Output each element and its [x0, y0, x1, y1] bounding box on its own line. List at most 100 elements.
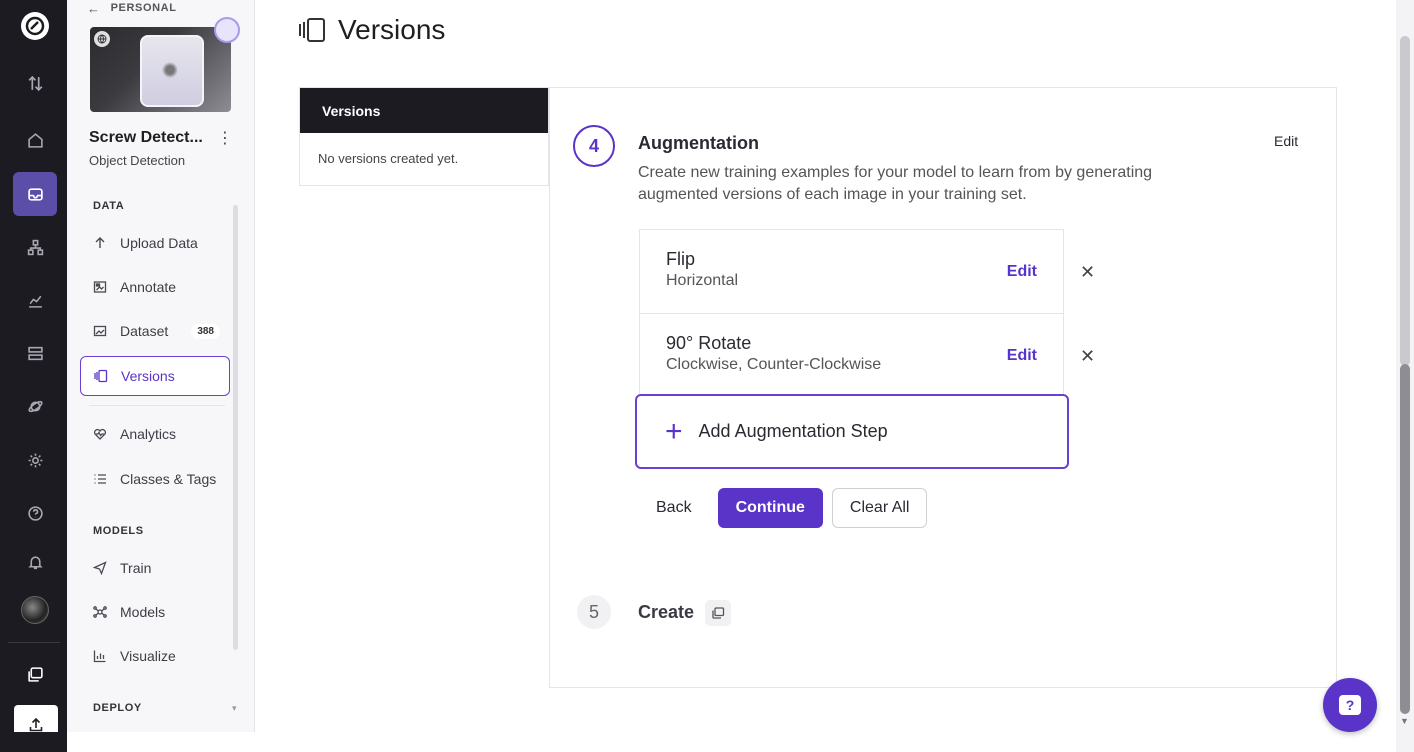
sidebar-scrollbar[interactable]	[233, 205, 238, 650]
back-to-workspace-link[interactable]: ← PERSONAL	[87, 0, 177, 16]
remove-flip-close-icon[interactable]: ✕	[1080, 262, 1095, 283]
sidebar-item-models[interactable]: Models	[80, 592, 230, 632]
augmentation-name: Flip	[666, 249, 696, 269]
analytics-icon	[93, 427, 107, 441]
step-5-number: 5	[577, 595, 611, 629]
rail-bottom-strip	[0, 732, 67, 752]
sidebar-item-label: Visualize	[120, 648, 176, 664]
section-label-data: DATA	[93, 200, 125, 212]
add-augmentation-step-button[interactable]: + Add Augmentation Step	[635, 394, 1069, 469]
monitoring-icon[interactable]	[13, 278, 57, 322]
docs-stack-icon[interactable]	[13, 652, 57, 696]
sidebar-item-label: Annotate	[120, 279, 177, 295]
visualize-icon	[93, 649, 107, 663]
sidebar-separator	[89, 405, 225, 406]
step-5-title[interactable]: Create	[638, 602, 694, 623]
clear-all-button[interactable]: Clear All	[831, 488, 928, 528]
list-icon	[93, 472, 107, 486]
augmentation-row-flip: Flip Horizontal Edit	[640, 230, 1063, 314]
upload-arrow-icon	[93, 236, 107, 250]
continue-button[interactable]: Continue	[717, 488, 823, 528]
versions-empty-text: No versions created yet.	[318, 151, 459, 166]
back-button[interactable]: Back	[638, 488, 710, 528]
project-name: Screw Detect...	[89, 129, 203, 146]
notifications-bell-icon[interactable]	[13, 540, 57, 584]
annotate-icon	[93, 280, 107, 294]
sidebar-item-label: Dataset	[120, 323, 169, 339]
augmentation-list: Flip Horizontal Edit 90° Rotate Clockwis…	[639, 229, 1064, 399]
deployments-icon[interactable]	[13, 331, 57, 375]
scrollbar-track-upper	[1400, 36, 1410, 366]
sidebar-item-label: Models	[120, 604, 166, 620]
app-rail	[0, 0, 67, 752]
sidebar-item-train[interactable]: Train	[80, 548, 230, 588]
page-scrollbar[interactable]: ▼	[1396, 0, 1414, 752]
sidebar-item-versions[interactable]: Versions	[80, 356, 230, 396]
home-icon[interactable]	[13, 118, 57, 162]
step-4-edit-link[interactable]: Edit	[1274, 133, 1298, 149]
thumbnail-screws-image	[160, 61, 180, 79]
add-augmentation-label: Add Augmentation Step	[698, 421, 888, 441]
version-steps-card: 4 Augmentation Edit Create new training …	[549, 87, 1337, 688]
project-thumbnail[interactable]	[90, 27, 231, 112]
back-arrow-icon: ←	[87, 0, 101, 16]
sidebar-item-analytics[interactable]: Analytics	[80, 414, 230, 454]
globe-icon	[94, 31, 110, 47]
user-avatar[interactable]	[21, 596, 49, 624]
sidebar-item-annotate[interactable]: Annotate	[80, 267, 230, 307]
step-4-number: 4	[573, 125, 615, 167]
project-sidebar: ← PERSONAL Screw Detect... ⋮ Object Dete…	[67, 0, 255, 732]
settings-gear-icon[interactable]	[13, 438, 57, 482]
sidebar-item-classes-tags[interactable]: Classes & Tags	[80, 459, 230, 499]
step-4-actions: Back Continue Clear All	[638, 488, 928, 528]
augmentation-detail: Clockwise, Counter-Clockwise	[666, 356, 882, 373]
scrollbar-thumb[interactable]	[1400, 364, 1410, 714]
sidebar-item-dataset[interactable]: Dataset 388	[80, 311, 230, 351]
versions-icon	[298, 17, 326, 43]
workflows-icon[interactable]	[13, 225, 57, 269]
workspace-label: PERSONAL	[110, 2, 177, 14]
page-title-text: Versions	[338, 14, 446, 45]
create-stack-icon	[705, 600, 731, 626]
project-more-menu-icon[interactable]: ⋮	[217, 128, 233, 148]
train-icon	[93, 561, 107, 575]
dataset-icon	[93, 324, 107, 338]
step-4-title: Augmentation	[638, 133, 759, 153]
switch-workspace-icon[interactable]	[13, 61, 57, 105]
augmentation-detail: Horizontal	[666, 272, 739, 289]
roboflow-logo-icon[interactable]	[21, 12, 49, 40]
universe-icon[interactable]	[13, 384, 57, 428]
remove-rotate-close-icon[interactable]: ✕	[1080, 346, 1095, 367]
section-label-models: MODELS	[93, 525, 144, 537]
augmentation-row-rotate: 90° Rotate Clockwise, Counter-Clockwise …	[640, 314, 1063, 398]
augmentation-name: 90° Rotate	[666, 333, 752, 353]
sidebar-item-upload-data[interactable]: Upload Data	[80, 223, 230, 263]
sidebar-item-label: Analytics	[120, 426, 177, 442]
section-label-deploy: DEPLOY	[93, 702, 142, 714]
rail-divider	[8, 642, 60, 643]
versions-panel-heading: Versions	[300, 88, 548, 133]
sidebar-item-label: Versions	[121, 368, 175, 384]
versions-list-panel: Versions No versions created yet.	[299, 87, 549, 186]
help-question-icon[interactable]	[13, 491, 57, 535]
versions-icon	[94, 369, 108, 383]
models-icon	[93, 605, 107, 619]
scroll-down-arrow-icon[interactable]: ▼	[1400, 716, 1409, 726]
main-content: Versions Versions No versions created ye…	[255, 0, 1385, 752]
plus-icon: +	[665, 414, 683, 448]
augmentation-edit-button[interactable]: Edit	[1007, 263, 1037, 281]
step-4-description: Create new training examples for your mo…	[638, 164, 1153, 203]
help-question-icon: ?	[1339, 695, 1361, 715]
chevron-down-icon: ▾	[232, 703, 237, 713]
sidebar-item-visualize[interactable]: Visualize	[80, 636, 230, 676]
sidebar-item-label: Classes & Tags	[120, 471, 217, 487]
dataset-count-badge: 388	[191, 323, 220, 339]
project-type: Object Detection	[89, 153, 186, 168]
augmentation-edit-button[interactable]: Edit	[1007, 347, 1037, 365]
projects-icon[interactable]	[13, 172, 57, 216]
sidebar-item-label: Upload Data	[120, 235, 198, 251]
page-title: Versions	[298, 14, 445, 46]
help-chat-button[interactable]: ?	[1323, 678, 1377, 732]
project-status-dot	[214, 17, 240, 43]
sidebar-item-label: Train	[120, 560, 152, 576]
